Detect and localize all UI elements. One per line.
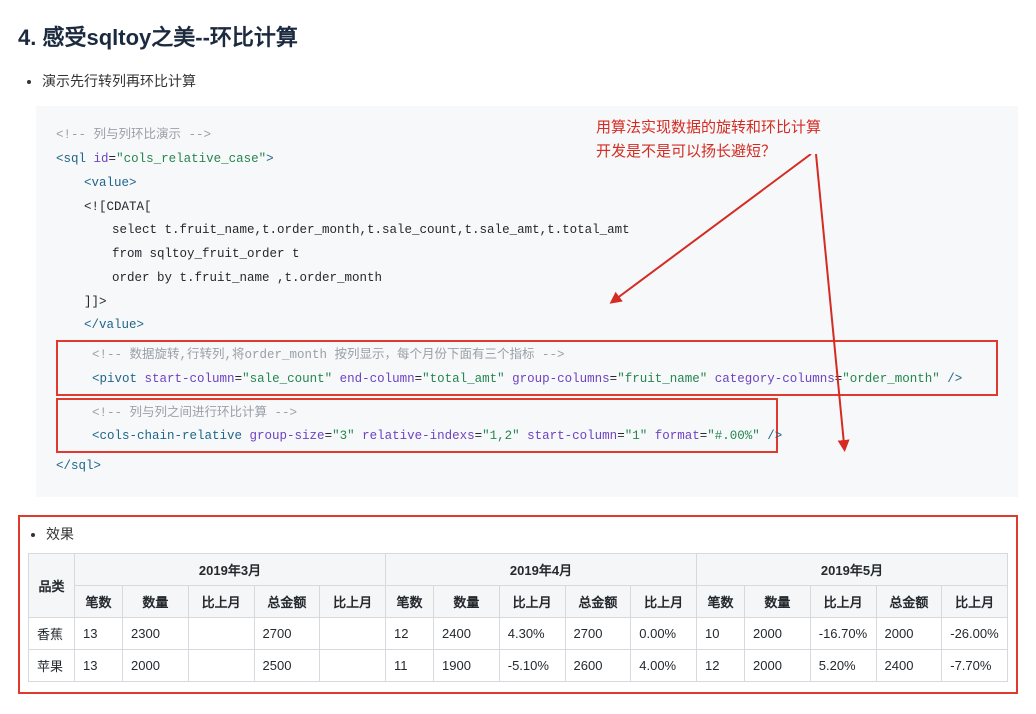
result-label: 效果 [46,523,1008,545]
sub-vs-prev: 比上月 [320,586,386,618]
sub-count: 笔数 [75,586,123,618]
highlight-box-chain: <!-- 列与列之间进行环比计算 --> <cols-chain-relativ… [56,398,778,454]
code-cdata-close: ]]> [56,291,998,315]
cell: 2000 [745,618,811,650]
cell: 2700 [565,618,631,650]
cell: 2000 [123,650,189,682]
cell: 2500 [254,650,320,682]
code-from-line: from sqltoy_fruit_order t [56,243,998,267]
sub-vs-prev: 比上月 [499,586,565,618]
cell: 12 [697,650,745,682]
sub-qty: 数量 [434,586,500,618]
table-body: 香蕉 13 2300 2700 12 2400 4.30% 2700 0.00%… [29,618,1008,682]
sub-total: 总金额 [254,586,320,618]
col-month-1: 2019年3月 [75,554,386,586]
demo-bullet-list: 演示先行转列再环比计算 [28,70,1018,92]
sub-count: 笔数 [697,586,745,618]
result-bullet-list: 效果 [32,523,1008,545]
cell-name: 苹果 [29,650,75,682]
table-row: 香蕉 13 2300 2700 12 2400 4.30% 2700 0.00%… [29,618,1008,650]
cell-name: 香蕉 [29,618,75,650]
col-month-3: 2019年5月 [697,554,1008,586]
cell: 13 [75,650,123,682]
code-chain-line: <cols-chain-relative group-size="3" rela… [64,425,770,449]
sub-vs-prev: 比上月 [188,586,254,618]
code-value-close: </value> [56,314,998,338]
code-select-line: select t.fruit_name,t.order_month,t.sale… [56,219,998,243]
section-heading: 4. 感受sqltoy之美--环比计算 [18,20,1018,52]
cell: 5.20% [810,650,876,682]
code-order-line: order by t.fruit_name ,t.order_month [56,267,998,291]
highlight-box-pivot: <!-- 数据旋转,行转列,将order_month 按列显示，每个月份下面有三… [56,340,998,396]
col-category: 品类 [29,554,75,618]
cell: -7.70% [942,650,1008,682]
cell [320,618,386,650]
cell: 2700 [254,618,320,650]
code-sql-close: </sql> [56,455,998,479]
cell [188,618,254,650]
cell: 2000 [876,618,942,650]
sub-count: 笔数 [386,586,434,618]
cell: -5.10% [499,650,565,682]
table-header-row-months: 品类 2019年3月 2019年4月 2019年5月 [29,554,1008,586]
code-comment-pivot: <!-- 数据旋转,行转列,将order_month 按列显示，每个月份下面有三… [64,344,990,368]
col-month-2: 2019年4月 [386,554,697,586]
table-header-row-sub: 笔数 数量 比上月 总金额 比上月 笔数 数量 比上月 总金额 比上月 笔数 数… [29,586,1008,618]
cell [320,650,386,682]
cell: 2600 [565,650,631,682]
result-block: 效果 品类 2019年3月 2019年4月 2019年5月 笔数 数量 比上月 … [18,515,1018,694]
sub-qty: 数量 [123,586,189,618]
cell: 1900 [434,650,500,682]
annotation-line2: 开发是不是可以扬长避短？ [596,143,776,160]
cell: 10 [697,618,745,650]
cell: 0.00% [631,618,697,650]
cell: 2000 [745,650,811,682]
cell: -16.70% [810,618,876,650]
sub-qty: 数量 [745,586,811,618]
cell: -26.00% [942,618,1008,650]
cell: 4.00% [631,650,697,682]
demo-bullet-item: 演示先行转列再环比计算 [42,70,1018,92]
code-value-open: <value> [56,172,998,196]
cell: 4.30% [499,618,565,650]
code-block: 用算法实现数据的旋转和环比计算 开发是不是可以扬长避短？ <!-- 列与列环比演… [36,106,1018,497]
cell: 12 [386,618,434,650]
sub-total: 总金额 [876,586,942,618]
code-cdata-open: <![CDATA[ [56,196,998,220]
code-comment-chain: <!-- 列与列之间进行环比计算 --> [64,402,770,426]
code-pivot-line: <pivot start-column="sale_count" end-col… [64,368,990,392]
cell: 13 [75,618,123,650]
cell: 2300 [123,618,189,650]
result-table: 品类 2019年3月 2019年4月 2019年5月 笔数 数量 比上月 总金额… [28,553,1008,682]
table-row: 苹果 13 2000 2500 11 1900 -5.10% 2600 4.00… [29,650,1008,682]
cell: 2400 [876,650,942,682]
cell: 2400 [434,618,500,650]
cell: 11 [386,650,434,682]
sub-vs-prev: 比上月 [810,586,876,618]
cell [188,650,254,682]
sub-total: 总金额 [565,586,631,618]
annotation-line1: 用算法实现数据的旋转和环比计算 [596,119,821,136]
sub-vs-prev: 比上月 [942,586,1008,618]
sub-vs-prev: 比上月 [631,586,697,618]
annotation-text: 用算法实现数据的旋转和环比计算 开发是不是可以扬长避短？ [596,116,916,164]
